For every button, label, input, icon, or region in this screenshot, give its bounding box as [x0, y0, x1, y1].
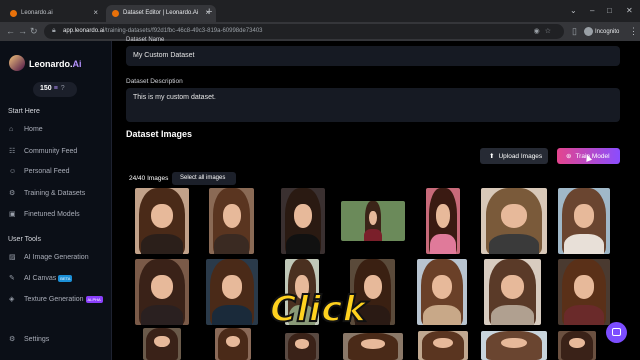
- dataset-image[interactable]: [558, 188, 610, 254]
- incognito-icon: [584, 27, 593, 36]
- beta-badge: BETA: [58, 274, 73, 282]
- dataset-image[interactable]: [558, 331, 596, 360]
- sidebar-item-settings[interactable]: ⚙ Settings: [9, 335, 49, 347]
- texture-icon: ◈: [9, 296, 15, 303]
- section-user-tools: User Tools: [8, 236, 41, 243]
- url-text: app.leonardo.ai/training-datasets/f92d1f…: [63, 28, 263, 34]
- sidebar: Leonardo.Ai 150 ≡? Start Here ⌂ Home ☷ Comm…: [0, 41, 112, 360]
- tab-title: Dataset Editor | Leonardo.Ai: [123, 10, 199, 16]
- forward-icon[interactable]: →: [18, 26, 27, 36]
- tab-title: Leonardo.ai: [21, 10, 53, 16]
- sidebar-item-home[interactable]: ⌂ Home: [9, 126, 43, 138]
- dataset-image[interactable]: [285, 333, 319, 360]
- section-start-here: Start Here: [8, 108, 40, 115]
- upload-icon: ⬆: [489, 153, 495, 160]
- browser-tab[interactable]: Leonardo.ai ×: [4, 5, 104, 22]
- dataset-image[interactable]: [215, 328, 251, 360]
- sidebar-item-community-feed[interactable]: ☷ Community Feed: [9, 147, 77, 159]
- training-icon: ⚙: [9, 190, 16, 197]
- browser-tab-active[interactable]: Dataset Editor | Leonardo.Ai ×: [106, 5, 216, 22]
- favicon-icon: [112, 10, 119, 17]
- chat-icon: [612, 328, 621, 336]
- favicon-icon: [10, 10, 17, 17]
- close-tab-icon[interactable]: ×: [93, 8, 98, 17]
- image-count: 24/40 Images: [129, 175, 169, 182]
- dataset-image[interactable]: [143, 328, 181, 360]
- dataset-image[interactable]: [426, 188, 460, 254]
- dataset-image[interactable]: [481, 188, 547, 254]
- train-icon: ⊛: [566, 153, 572, 160]
- dataset-name-label: Dataset Name: [126, 37, 165, 43]
- alpha-badge: ALPHA: [85, 295, 103, 303]
- dataset-image[interactable]: [206, 259, 258, 325]
- dataset-image[interactable]: [135, 188, 189, 254]
- sidebar-item-personal-feed[interactable]: ☺ Personal Feed: [9, 168, 70, 180]
- dataset-editor: Dataset Name My Custom Dataset Dataset D…: [113, 37, 640, 360]
- personal-icon: ☺: [9, 168, 17, 175]
- sidebar-item-finetuned-models[interactable]: ▣ Finetuned Models: [9, 210, 80, 222]
- dataset-image[interactable]: [281, 188, 325, 254]
- sidebar-item-ai-canvas[interactable]: ✎ AI Canvas BETA: [9, 274, 73, 286]
- dataset-name-input[interactable]: My Custom Dataset: [126, 46, 620, 66]
- dataset-image[interactable]: [418, 331, 468, 360]
- browser-menu-icon[interactable]: ⋮: [629, 26, 638, 37]
- dataset-image[interactable]: [417, 259, 467, 325]
- upload-images-button[interactable]: ⬆ Upload Images: [480, 148, 548, 164]
- dataset-image[interactable]: [341, 201, 405, 241]
- token-balance[interactable]: 150 ≡?: [33, 82, 77, 97]
- dataset-description-label: Dataset Description: [126, 78, 183, 85]
- chat-support-button[interactable]: [606, 322, 627, 343]
- dataset-image[interactable]: [209, 188, 254, 254]
- address-bar[interactable]: 🔒︎ app.leonardo.ai/training-datasets/f92…: [44, 24, 564, 39]
- tab-search-icon[interactable]: ⌄: [570, 6, 577, 15]
- incognito-indicator[interactable]: Incognito: [584, 27, 619, 36]
- close-window-icon[interactable]: ✕: [626, 6, 633, 15]
- dataset-image[interactable]: [135, 259, 189, 325]
- gear-icon: ⚙: [9, 336, 16, 343]
- help-icon[interactable]: ?: [61, 85, 65, 92]
- brand-name[interactable]: Leonardo.Ai: [29, 59, 82, 69]
- new-tab-icon[interactable]: +: [206, 6, 212, 18]
- browser-tab-bar: Leonardo.ai × Dataset Editor | Leonardo.…: [0, 0, 640, 22]
- sidepanel-icon[interactable]: ▯: [572, 26, 577, 37]
- image-gen-icon: ▨: [9, 254, 16, 261]
- omnibox-actions[interactable]: ◉☆: [534, 27, 556, 35]
- minimize-icon[interactable]: –: [590, 6, 594, 15]
- canvas-icon: ✎: [9, 275, 15, 282]
- dataset-image[interactable]: [558, 259, 610, 325]
- dataset-description-input[interactable]: This is my custom dataset.: [126, 88, 620, 122]
- sidebar-item-training-datasets[interactable]: ⚙ Training & Datasets: [9, 189, 85, 201]
- logo-avatar: [9, 55, 25, 71]
- select-all-images-button[interactable]: Select all images: [172, 172, 236, 185]
- sidebar-item-texture-generation[interactable]: ◈ Texture Generation ALPHA: [9, 295, 103, 307]
- dataset-images-heading: Dataset Images: [126, 129, 193, 139]
- click-caption: Click: [269, 288, 367, 331]
- dataset-image[interactable]: [484, 259, 541, 325]
- toolbar: ← → ↻ 🔒︎ app.leonardo.ai/training-datase…: [0, 22, 640, 41]
- home-icon: ⌂: [9, 126, 14, 133]
- maximize-icon[interactable]: □: [607, 6, 612, 15]
- sidebar-item-ai-image-generation[interactable]: ▨ AI Image Generation: [9, 253, 89, 265]
- community-icon: ☷: [9, 148, 16, 155]
- dataset-image[interactable]: [481, 331, 547, 360]
- lock-icon: 🔒︎: [52, 27, 56, 34]
- back-icon[interactable]: ←: [6, 26, 15, 36]
- models-icon: ▣: [9, 211, 16, 218]
- dataset-image[interactable]: [343, 333, 403, 360]
- token-icon: ≡: [53, 85, 58, 92]
- reload-icon[interactable]: ↻: [30, 26, 38, 37]
